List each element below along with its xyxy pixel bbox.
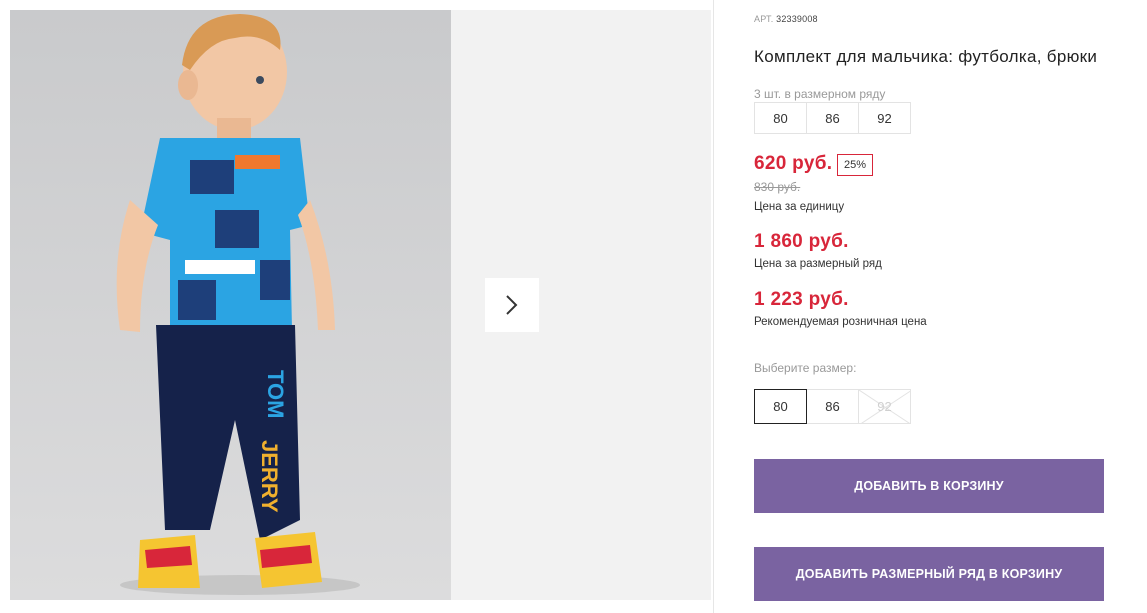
size-range-item: 86 bbox=[806, 102, 859, 134]
size-range-list: 80 86 92 bbox=[754, 102, 911, 134]
rrp-price: 1 223 руб. bbox=[754, 289, 849, 310]
size-option-92: 92 bbox=[858, 389, 911, 424]
product-title: Комплект для мальчика: футболка, брюки bbox=[754, 47, 1098, 66]
size-option-80[interactable]: 80 bbox=[754, 389, 807, 424]
size-select-hint: Выберите размер: bbox=[754, 361, 857, 375]
unit-price-label: Цена за единицу bbox=[754, 201, 845, 213]
column-divider bbox=[713, 0, 714, 613]
old-price: 830 руб. bbox=[754, 180, 801, 194]
range-price-label: Цена за размерный ряд bbox=[754, 258, 882, 270]
chevron-right-icon bbox=[506, 295, 518, 315]
add-size-range-to-cart-button[interactable]: ДОБАВИТЬ РАЗМЕРНЫЙ РЯД В КОРЗИНУ bbox=[754, 547, 1104, 601]
size-range-item: 92 bbox=[858, 102, 911, 134]
svg-text:TOM: TOM bbox=[263, 370, 288, 418]
size-range-hint: 3 шт. в размерном ряду bbox=[754, 87, 886, 101]
add-to-cart-button[interactable]: ДОБАВИТЬ В КОРЗИНУ bbox=[754, 459, 1104, 513]
unit-price: 620 руб. bbox=[754, 153, 833, 174]
size-selector: 80 86 92 bbox=[754, 389, 911, 424]
article-number: АРТ. 32339008 bbox=[754, 14, 818, 24]
size-option-label: 92 bbox=[877, 399, 892, 414]
product-photo-illustration: TOM JERRY bbox=[10, 10, 451, 600]
product-image[interactable]: TOM JERRY bbox=[10, 10, 451, 600]
gallery-next-button[interactable] bbox=[485, 278, 539, 332]
discount-badge: 25% bbox=[837, 154, 874, 176]
range-price: 1 860 руб. bbox=[754, 231, 849, 252]
svg-text:JERRY: JERRY bbox=[257, 440, 282, 513]
rrp-price-label: Рекомендуемая розничная цена bbox=[754, 316, 927, 328]
size-option-86[interactable]: 86 bbox=[806, 389, 859, 424]
size-range-item: 80 bbox=[754, 102, 807, 134]
